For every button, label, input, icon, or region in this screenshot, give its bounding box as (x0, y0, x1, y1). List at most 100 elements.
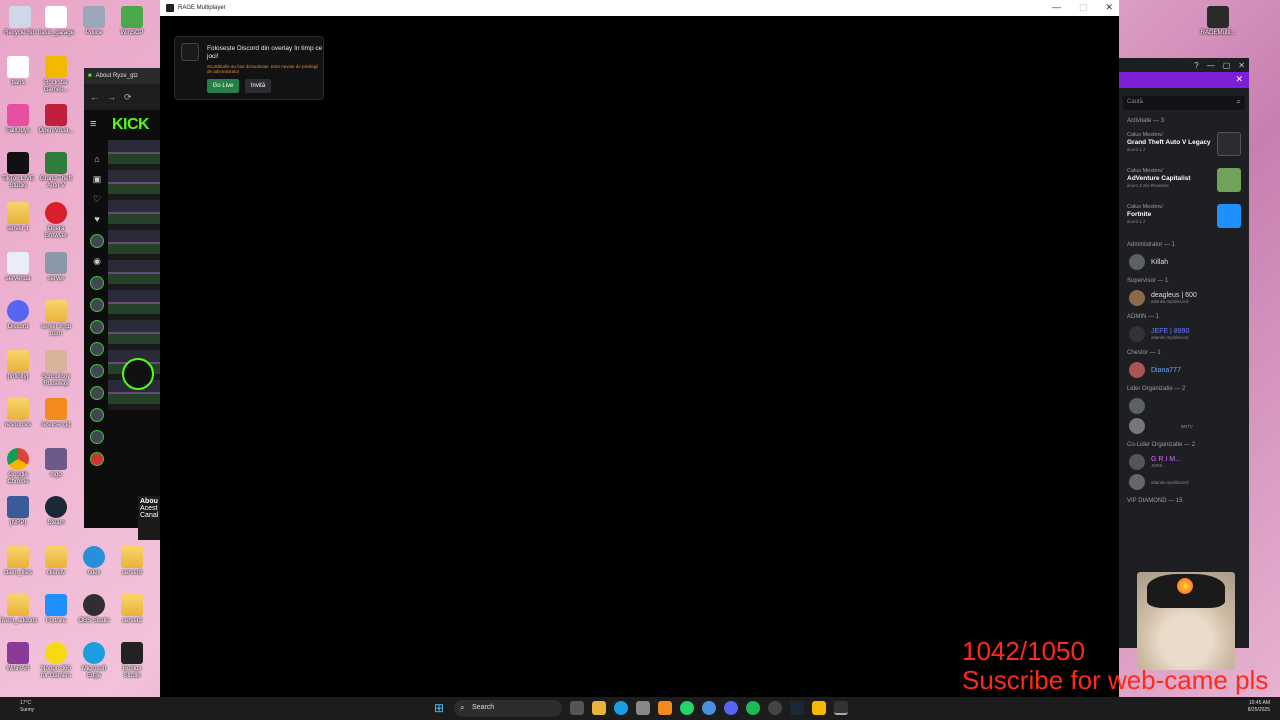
store-icon[interactable] (636, 701, 650, 715)
member-row[interactable] (1119, 396, 1249, 416)
close-icon[interactable]: ✕ (1235, 74, 1243, 85)
desktop-icon-chrome[interactable]: Google Chrome (0, 448, 36, 486)
rockstar-icon[interactable] (812, 701, 826, 715)
live-channel-avatar[interactable] (122, 358, 154, 390)
obs-icon[interactable] (768, 701, 782, 715)
taskbar-search[interactable]: ⌕ Search (454, 700, 562, 717)
back-icon[interactable]: ← (90, 92, 99, 102)
help-icon[interactable]: ? (1194, 61, 1198, 70)
member-row[interactable]: Killah (1119, 252, 1249, 272)
desktop-icon-rockstar[interactable]: Rockstar Games... (38, 56, 74, 94)
close-icon[interactable]: ✕ (1238, 61, 1245, 70)
desktop-icon-clientiv[interactable]: clientiv (38, 546, 74, 577)
minimize-button[interactable]: — (1052, 2, 1061, 13)
member-search-input[interactable]: Caută ⌕ (1123, 96, 1245, 110)
desktop-icon-discord[interactable]: Discord (0, 300, 36, 331)
desktop-icon-openiv[interactable]: OpenIV/Ga... (38, 104, 74, 135)
desktop-icon-winrar[interactable]: WinRAR (0, 642, 36, 673)
channel-avatar[interactable] (90, 298, 104, 312)
discord-icon[interactable] (724, 701, 738, 715)
desktop-icon-bans[interactable]: bans (0, 56, 36, 87)
live-icon[interactable]: ◉ (91, 256, 103, 268)
member-row[interactable]: atlantis.mp/discord (1119, 472, 1249, 492)
desktop-icon-roblox-studio[interactable]: Roblox Studio (114, 642, 150, 680)
channel-avatar[interactable] (90, 276, 104, 290)
member-row[interactable]: Diana777 (1119, 360, 1249, 380)
close-button[interactable]: ✕ (1105, 2, 1113, 13)
maximize-button[interactable]: ▢ (1079, 2, 1088, 13)
maximize-icon[interactable]: ▢ (1223, 61, 1231, 70)
desktop-icon-ridex[interactable]: ridex (76, 546, 112, 577)
forward-icon[interactable]: → (107, 92, 116, 102)
desktop-icon-recycle-bin[interactable]: Recycle Bin (2, 6, 38, 37)
desktop-icon-server2[interactable]: server2 (114, 594, 150, 625)
browser-window[interactable]: ■ About Ryze_gtz ← → ⟳ ≡ KICK ⌂ ▣ ♡ ♥ ◉ … (84, 68, 160, 540)
favorite-icon[interactable]: ♥ (91, 214, 103, 226)
edge-icon[interactable] (614, 701, 628, 715)
desktop-icon-server8gb[interactable]: server 8 gb burn (38, 300, 74, 338)
desktop-icon-serverlua[interactable]: serverlua (0, 252, 36, 283)
go-live-button[interactable]: Go Live (207, 79, 239, 93)
desktop-icon-fortnite[interactable]: Fortnite (38, 594, 74, 625)
browse-icon[interactable]: ▣ (91, 174, 103, 186)
activity-card[interactable]: Calus Mesteru' Grand Theft Auto V Legacy… (1121, 128, 1247, 164)
reload-icon[interactable]: ⟳ (124, 92, 132, 103)
channel-avatar[interactable] (90, 234, 104, 248)
desktop-icon-logo[interactable]: logo (38, 448, 74, 479)
desktop-icon-tiktok[interactable]: TikTok LIVE Studio (0, 152, 36, 190)
channel-avatar[interactable] (90, 364, 104, 378)
desktop-icon-resources[interactable]: resources (0, 398, 36, 429)
channel-avatar[interactable] (90, 452, 104, 466)
desktop-icon-winscp[interactable]: WinSCP (114, 6, 150, 37)
system-tray-clock[interactable]: 10:45 AM 8/25/2025 (1248, 700, 1270, 714)
channel-avatar[interactable] (90, 430, 104, 444)
member-row[interactable]: G R I M... JKRS (1119, 452, 1249, 472)
desktop-icon-resurse[interactable]: resurse (1) (38, 398, 74, 429)
desktop-icon-obs[interactable]: OBS Studio (76, 594, 112, 625)
member-row[interactable]: deagleus | 600 atlantis.mp/discord (1119, 288, 1249, 308)
channel-avatar[interactable] (90, 408, 104, 422)
weather-widget[interactable]: 17°C Sunny (20, 700, 34, 714)
steam-icon[interactable] (790, 701, 804, 715)
desktop-icon-police[interactable]: Police (76, 6, 112, 37)
file-explorer-icon[interactable] (592, 701, 606, 715)
desktop-icon-server[interactable]: server (38, 252, 74, 283)
desktop-icon-server8[interactable]: server8 (114, 546, 150, 577)
channel-avatar[interactable] (90, 342, 104, 356)
desktop-icon-client-files[interactable]: client_files (0, 546, 36, 577)
desktop-icon-opera[interactable]: Opera Browser (38, 202, 74, 240)
desktop-icon-gta[interactable]: Grand Theft Auto V (38, 152, 74, 190)
channel-avatar[interactable] (90, 386, 104, 400)
spotify-icon[interactable] (746, 701, 760, 715)
chrome-icon[interactable] (702, 701, 716, 715)
windows-start-icon[interactable]: ⊞ (434, 701, 448, 715)
desktop-icon-fallguys[interactable]: FallGuys (0, 104, 36, 135)
desktop-icon-fivem-addons[interactable]: fivem_addons (0, 594, 37, 625)
desktop-icon-steam[interactable]: Steam (38, 496, 74, 527)
minimize-icon[interactable]: — (1207, 61, 1215, 70)
ragemp-icon[interactable] (834, 701, 848, 715)
invite-button[interactable]: Invită (245, 79, 271, 93)
hamburger-icon[interactable]: ≡ (90, 118, 96, 130)
activity-card[interactable]: Calus Mesteru' Fortnite acum 1 z (1121, 200, 1247, 236)
desktop-icon-server1[interactable]: server 1 (0, 202, 36, 233)
task-view-icon[interactable] (570, 701, 584, 715)
member-row[interactable]: BRTV (1119, 416, 1249, 436)
kick-logo[interactable]: KICK (112, 116, 150, 134)
home-icon[interactable]: ⌂ (91, 154, 103, 166)
activity-card[interactable]: Calus Mesteru' AdVenture Capitalist acum… (1121, 164, 1247, 200)
desktop-icon-schoolboy[interactable]: Schoolboy Runaway (38, 350, 74, 388)
desktop-icon-basic-garage[interactable]: basic_garage (38, 6, 74, 37)
heart-icon[interactable]: ♡ (91, 194, 103, 206)
desktop-icon-ragemp[interactable]: RAGEMulti... (1200, 6, 1236, 37)
member-row[interactable]: JEFE | 8990 atlantis.mp/discord (1119, 324, 1249, 344)
vlc-icon[interactable] (658, 701, 672, 715)
desktop-icon-infinity[interactable]: [Infinity] (0, 350, 36, 381)
whatsapp-icon[interactable] (680, 701, 694, 715)
channel-avatar[interactable] (90, 320, 104, 334)
desktop-icon-norton[interactable]: Norton 360 for Gamers (38, 642, 74, 680)
browser-tab[interactable]: About Ryze_gtz (96, 73, 138, 79)
desktop-icon-edge[interactable]: Microsoft Edge (76, 642, 112, 680)
game-window[interactable]: RAGE Multiplayer — ▢ ✕ Folosește Discord… (160, 0, 1119, 697)
game-titlebar[interactable]: RAGE Multiplayer (160, 0, 1119, 16)
